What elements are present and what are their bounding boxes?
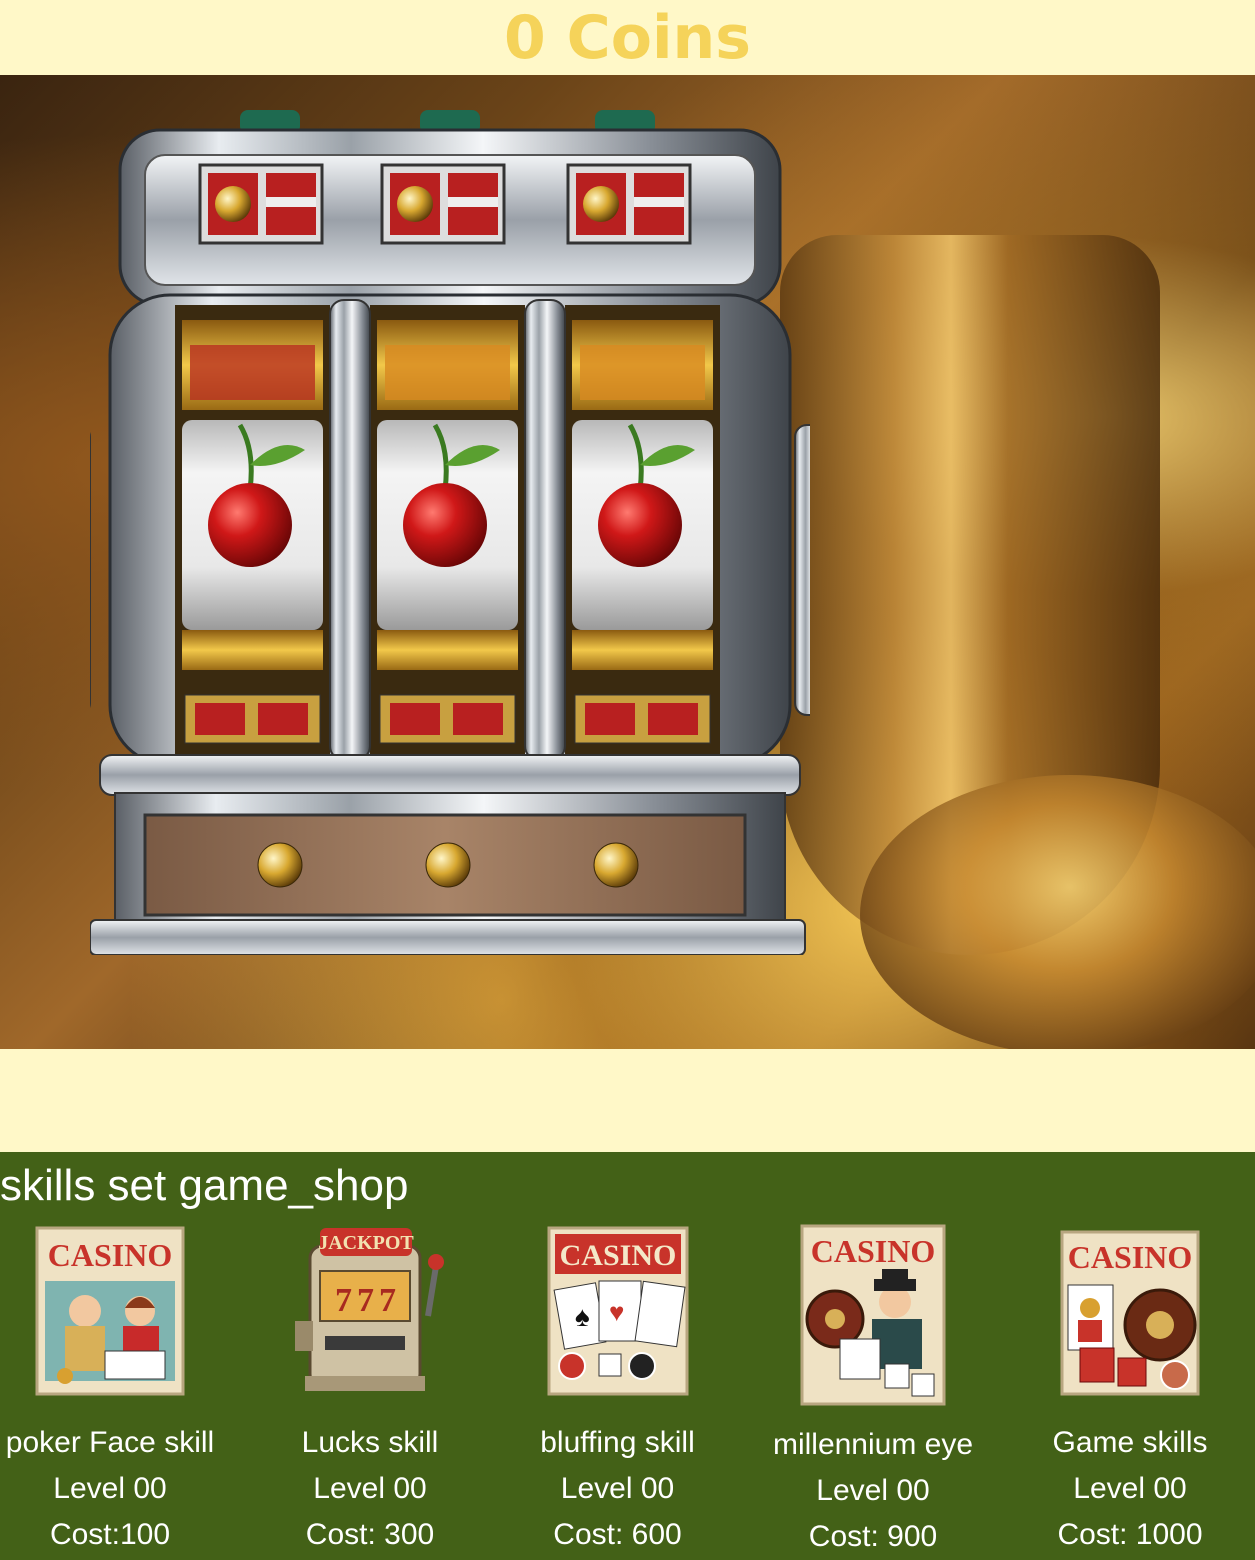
- item-level: Level 00: [816, 1474, 930, 1507]
- svg-text:♠: ♠: [575, 1301, 590, 1332]
- item-level: Level 00: [53, 1472, 167, 1505]
- casino-roulette-dice-poster-icon[interactable]: CASINO: [1060, 1230, 1200, 1396]
- svg-text:7: 7: [379, 1282, 396, 1319]
- svg-text:7: 7: [357, 1282, 374, 1319]
- item-name: Lucks skill: [301, 1426, 439, 1459]
- skills-shop: skills set game_shop CASINO poker Face s…: [0, 1152, 1255, 1560]
- item-cost: Cost: 300: [305, 1518, 435, 1551]
- item-cost: Cost: 1000: [1057, 1518, 1203, 1551]
- casino-cards-chips-poster-icon[interactable]: CASINO ♠ ♥: [547, 1226, 689, 1396]
- item-cost: Cost: 600: [553, 1518, 682, 1551]
- shop-item-game-skills[interactable]: CASINO Game skills Level 00 Cost: 1000: [1030, 1230, 1230, 1550]
- item-level: Level 00: [313, 1472, 427, 1505]
- item-level: Level 00: [1073, 1472, 1187, 1505]
- item-name: Game skills: [1052, 1426, 1208, 1459]
- item-name: poker Face skill: [5, 1426, 215, 1459]
- item-level: Level 00: [560, 1472, 675, 1505]
- item-name: bluffing skill: [540, 1426, 695, 1459]
- item-name: millennium eye: [772, 1428, 974, 1461]
- shop-item-millennium-eye[interactable]: CASINO millennium eye Level 00 Cost: 900: [763, 1224, 983, 1552]
- background-gold-base: [860, 775, 1255, 1049]
- slot-machine-scene: [0, 75, 1255, 1049]
- svg-text:CASINO: CASINO: [559, 1239, 676, 1272]
- casino-poker-couple-poster-icon[interactable]: CASINO: [35, 1226, 185, 1396]
- jackpot-slot-machine-icon[interactable]: JACKPOT 7 7 7: [290, 1226, 450, 1396]
- svg-text:JACKPOT: JACKPOT: [318, 1232, 414, 1254]
- slot-machine[interactable]: [90, 105, 810, 955]
- shop-item-poker-face[interactable]: CASINO poker Face skill Level 00 Cost:10…: [0, 1226, 220, 1550]
- shop-item-lucks[interactable]: JACKPOT 7 7 7 Lucks skill Level 00 Cost:…: [280, 1226, 460, 1550]
- casino-gambler-poster-icon[interactable]: CASINO: [800, 1224, 946, 1406]
- svg-text:7: 7: [335, 1282, 352, 1319]
- svg-text:CASINO: CASINO: [48, 1237, 172, 1273]
- shop-title: skills set game_shop: [0, 1161, 409, 1210]
- coin-counter: 0 Coins: [504, 2, 751, 73]
- item-cost: Cost: 900: [808, 1520, 938, 1553]
- item-cost: Cost:100: [49, 1518, 171, 1551]
- svg-text:CASINO: CASINO: [1068, 1239, 1192, 1275]
- svg-text:CASINO: CASINO: [811, 1233, 935, 1269]
- shop-item-bluffing[interactable]: CASINO ♠ ♥ bluffing skill Level 00 Cost:…: [525, 1226, 710, 1550]
- svg-text:♥: ♥: [609, 1297, 624, 1327]
